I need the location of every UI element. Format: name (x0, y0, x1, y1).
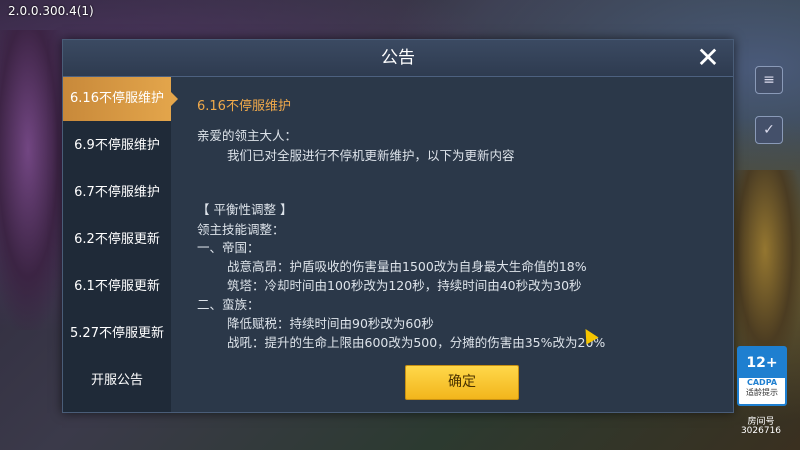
tab-announcement-6[interactable]: 开服公告 (63, 359, 171, 403)
announcement-tab-list: 6.16不停服维护 6.9不停服维护 6.7不停服维护 6.2不停服更新 6.1… (63, 77, 178, 412)
dialog-title: 公告 (381, 48, 415, 68)
room-id: 3026716 (740, 426, 782, 436)
close-icon[interactable]: ✕ (693, 43, 723, 73)
age-rating-org: CADPA (746, 378, 778, 387)
version-label: 2.0.0.300.4(1) (8, 4, 94, 18)
content-line: 筑塔：冷却时间由100秒改为120秒，持续时间由40秒改为30秒 (227, 278, 582, 293)
confirm-button[interactable]: 确定 (405, 365, 519, 400)
announcement-content: 6.16不停服维护 亲爱的领主大人： 我们已对全服进行不停机更新维护，以下为更新… (185, 87, 725, 357)
tab-announcement-3[interactable]: 6.2不停服更新 (63, 218, 171, 262)
age-rating-tip: 适龄提示 (746, 388, 778, 397)
background-character-left (0, 30, 70, 330)
age-rating: 12+ (739, 348, 785, 378)
content-line: 我们已对全服进行不停机更新维护，以下为更新内容 (227, 148, 515, 163)
tab-announcement-4[interactable]: 6.1不停服更新 (63, 265, 171, 309)
announcement-dialog: 公告 ✕ 6.16不停服维护 6.9不停服维护 6.7不停服维护 6.2不停服更… (62, 39, 734, 413)
tab-announcement-5[interactable]: 5.27不停服更新 (63, 312, 171, 356)
side-icons: ≡ ✓ (752, 64, 786, 144)
content-line: 一、帝国： (197, 240, 260, 255)
content-line: 【 平衡性调整 】 (197, 202, 293, 217)
content-line: 战意高昂：护盾吸收的伤害量由1500改为自身最大生命值的18% (227, 259, 587, 274)
content-line: 战吼：提升的生命上限由600改为500，分摊的伤害由35%改为20% (227, 335, 606, 350)
age-rating-badge: 12+ CADPA 适龄提示 (737, 346, 787, 406)
content-line: 领主技能调整： (197, 222, 285, 237)
content-line: 亲爱的领主大人： (197, 128, 298, 143)
dialog-header: 公告 ✕ (63, 40, 733, 77)
content-line: 降低赋税：持续时间由90秒改为60秒 (227, 316, 434, 331)
background-character-right (730, 170, 800, 370)
tab-announcement-1[interactable]: 6.9不停服维护 (63, 124, 171, 168)
content-title: 6.16不停服维护 (197, 99, 291, 114)
tab-announcement-0[interactable]: 6.16不停服维护 (63, 77, 178, 121)
menu-icon[interactable]: ≡ (755, 66, 783, 94)
agreement-icon[interactable]: ✓ (755, 116, 783, 144)
content-line: 二、蛮族： (197, 297, 260, 312)
tab-announcement-2[interactable]: 6.7不停服维护 (63, 171, 171, 215)
